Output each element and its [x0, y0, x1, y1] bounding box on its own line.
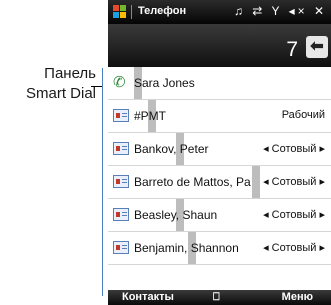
contacts-softkey[interactable]: Контакты [122, 291, 174, 303]
contact-name: Bankov, Peter [134, 142, 209, 156]
phone-type-selector[interactable]: ◂ Сотовый ▸ [263, 208, 325, 221]
list-item[interactable]: ✆ Sara Jones [108, 67, 331, 100]
call-history-icon: ✆ [113, 74, 126, 91]
keyboard-icon[interactable]: ⎕ [213, 291, 220, 304]
menu-softkey[interactable]: Меню [282, 291, 313, 303]
backspace-button[interactable]: ⬅ [306, 36, 328, 58]
list-item[interactable]: #PMT Рабочий [108, 100, 331, 133]
callout-line1: Панель [44, 65, 96, 82]
contact-name: #PMT [134, 109, 167, 123]
contact-card-icon [113, 208, 129, 221]
smart-dial-panel: 7 ⬅ [108, 24, 331, 67]
app-title: Телефон [138, 5, 187, 17]
contact-name: Barreto de Mattos, Pa [134, 175, 251, 189]
status-bar: Телефон ♫ ⇄ Y ◂× ✕ [108, 0, 331, 24]
callout-pointer [91, 86, 102, 87]
list-item[interactable]: Benjamin, Shannon ◂ Сотовый ▸ [108, 232, 331, 265]
list-item[interactable]: Barreto de Mattos, Pa ◂ Сотовый ▸ [108, 166, 331, 199]
smart-dial-bracket [102, 68, 103, 296]
dialed-number: 7 [286, 38, 298, 61]
callout-line2: Smart Dial [25, 85, 96, 102]
status-icons[interactable]: ♫ ⇄ Y ◂× ✕ [234, 4, 327, 18]
list-item[interactable]: Bankov, Peter ◂ Сотовый ▸ [108, 133, 331, 166]
phone-type-selector[interactable]: ◂ Сотовый ▸ [263, 241, 325, 254]
contact-name: Sara Jones [134, 76, 195, 90]
status-separator [131, 5, 132, 19]
contact-card-icon [113, 241, 129, 254]
phone-type-selector[interactable]: ◂ Сотовый ▸ [263, 142, 325, 155]
list-item[interactable]: Beasley, Shaun ◂ Сотовый ▸ [108, 199, 331, 232]
contact-name: Beasley, Shaun [134, 208, 218, 222]
windows-start-icon[interactable] [113, 5, 127, 19]
contact-name: Benjamin, Shannon [134, 241, 239, 255]
contact-card-icon [113, 175, 129, 188]
smart-dial-list: ✆ Sara Jones #PMT Рабочий Bankov, Peter … [108, 67, 331, 265]
smart-dial-callout: Панель Smart Dial [0, 64, 96, 104]
match-highlight [252, 166, 260, 198]
phone-screen: Телефон ♫ ⇄ Y ◂× ✕ 7 ⬅ ✆ Sara Jones #PMT… [108, 0, 331, 305]
softkey-bar: Контакты ⎕ Меню [108, 290, 331, 305]
phone-type-selector[interactable]: ◂ Сотовый ▸ [263, 175, 325, 188]
contact-card-icon [113, 109, 129, 122]
contact-card-icon [113, 142, 129, 155]
phone-type-label: Рабочий [281, 109, 325, 121]
